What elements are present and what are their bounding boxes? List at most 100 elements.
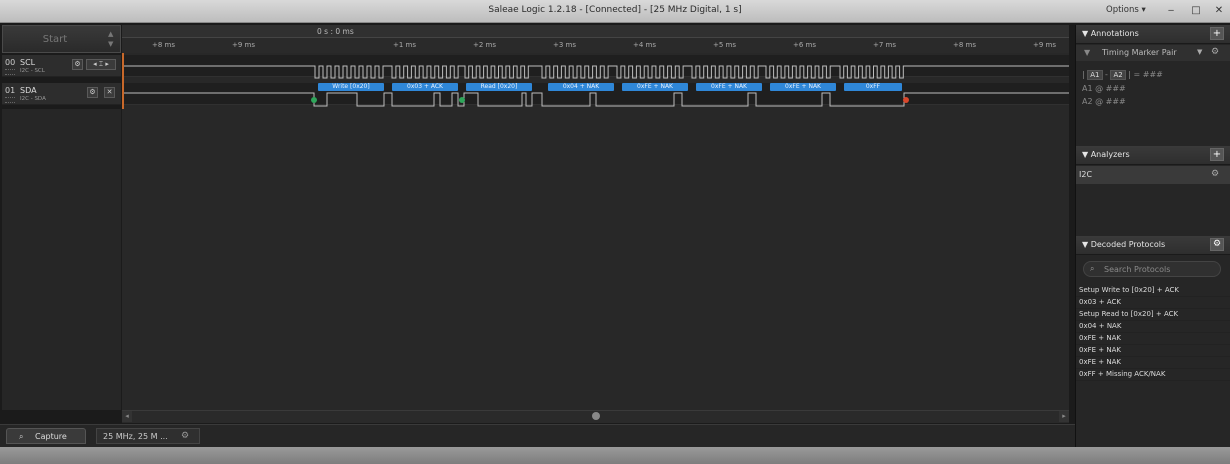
gear-icon[interactable]: ⚙ — [72, 59, 83, 70]
gear-icon[interactable]: ⚙ — [87, 87, 98, 98]
sda-waveform — [122, 92, 1069, 107]
stop-condition-dot — [903, 97, 909, 103]
horizontal-scrollbar[interactable]: ◂ ▸ — [122, 410, 1069, 423]
scroll-right-icon[interactable]: ▸ — [1059, 411, 1069, 422]
add-analyzer-plus-icon[interactable]: + — [1210, 148, 1224, 161]
ruler-top-band: 0 s : 0 ms — [122, 25, 1069, 38]
list-item[interactable]: 0xFE + NAK — [1076, 357, 1230, 369]
search-icon: ⌕ — [1090, 264, 1095, 273]
marker-delta-formula: | A1 - A2 | = ### — [1082, 70, 1163, 80]
maximize-button[interactable]: □ — [1185, 3, 1207, 18]
channel-number: 00 — [5, 58, 16, 67]
search-protocols-input[interactable]: ⌕ Search Protocols — [1083, 261, 1221, 277]
tick-label: +9 ms — [232, 41, 256, 49]
analyzers-title: ▼ Analyzers — [1082, 150, 1130, 159]
right-panel: ▼ Annotations + ▼ Timing Marker Pair ▼ ⚙… — [1075, 25, 1230, 447]
formula-minus: - — [1105, 70, 1108, 79]
list-item[interactable]: 0xFF + Missing ACK/NAK — [1076, 369, 1230, 381]
decoded-bubble[interactable]: 0xFE + NAK — [770, 83, 836, 91]
tick-label: +9 ms — [1033, 41, 1057, 49]
annotations-header[interactable]: ▼ Annotations + — [1076, 25, 1230, 44]
search-placeholder: Search Protocols — [1104, 265, 1171, 274]
capture-tab-label: Capture — [35, 432, 67, 441]
channel-name[interactable]: SCL — [20, 58, 35, 67]
channel-name[interactable]: SDA — [20, 86, 37, 95]
list-item[interactable]: 0xFE + NAK — [1076, 345, 1230, 357]
scroll-left-icon[interactable]: ◂ — [122, 411, 132, 422]
start-button[interactable]: Start ▲ ▼ — [2, 25, 121, 53]
tick-label: +1 ms — [393, 41, 417, 49]
timing-marker-pair-label: Timing Marker Pair — [1102, 48, 1177, 57]
analyzer-name: I2C — [1079, 170, 1093, 179]
a2-position: A2 @ ### — [1082, 97, 1126, 106]
channel-analyzer-label: I2C - SCL — [20, 68, 45, 74]
a1-box[interactable]: A1 — [1087, 70, 1103, 80]
options-menu-button[interactable]: Options ▾ — [1106, 5, 1146, 15]
channel-analyzer-label: I2C - SDA — [20, 96, 46, 102]
decoded-bubble[interactable]: 0xFE + NAK — [696, 83, 762, 91]
scl-waveform — [122, 65, 1069, 79]
channel-row-sda[interactable]: 01 SDA I2C - SDA ⚙ ✕ — [2, 83, 121, 105]
list-item[interactable]: 0x04 + NAK — [1076, 321, 1230, 333]
decoded-bubble[interactable]: 0x04 + NAK — [548, 83, 614, 91]
decoded-protocols-label: Decoded Protocols — [1090, 240, 1166, 249]
analyzers-header[interactable]: ▼ Analyzers + — [1076, 146, 1230, 165]
list-item[interactable]: Setup Read to [0x20] + ACK — [1076, 309, 1230, 321]
add-annotation-plus-icon[interactable]: + — [1210, 27, 1224, 40]
close-button[interactable]: ✕ — [1208, 3, 1230, 18]
title-bar: Saleae Logic 1.2.18 - [Connected] - [25 … — [0, 0, 1230, 23]
decoded-bubble[interactable]: Read [0x20] — [466, 83, 532, 91]
formula-prefix: | — [1082, 70, 1085, 79]
chevron-down-icon[interactable]: ▼ — [1197, 48, 1202, 56]
drag-handle-icon[interactable] — [5, 69, 15, 75]
timing-marker-pair[interactable]: ▼ Timing Marker Pair ▼ ⚙ — [1076, 45, 1230, 61]
window-title: Saleae Logic 1.2.18 - [Connected] - [25 … — [488, 5, 742, 15]
list-item[interactable]: 0x03 + ACK — [1076, 297, 1230, 309]
decoded-bubble[interactable]: 0x03 + ACK — [392, 83, 458, 91]
session-tab-label: 25 MHz, 25 M ... — [103, 432, 168, 441]
trigger-edge-icon[interactable]: ◂ ⌶ ▸ — [86, 59, 116, 70]
gear-icon[interactable]: ⚙ — [1210, 238, 1224, 251]
trigger-marker[interactable] — [122, 53, 124, 109]
analyzers-label: Analyzers — [1090, 150, 1130, 159]
tick-label: +2 ms — [473, 41, 497, 49]
minimize-button[interactable]: ‒ — [1160, 3, 1182, 18]
channel-row-scl[interactable]: 00 SCL I2C - SCL ⚙ ◂ ⌶ ▸ — [2, 55, 121, 77]
start-options-spinner[interactable]: ▲ ▼ — [108, 29, 118, 49]
zero-time-label: 0 s : 0 ms — [317, 27, 354, 36]
trigger-none-icon[interactable]: ✕ — [104, 87, 115, 98]
decoded-bubble[interactable]: 0xFF — [844, 83, 902, 91]
a1-position: A1 @ ### — [1082, 84, 1126, 93]
capture-icon: ⌕ — [19, 432, 24, 441]
decoded-protocols-header[interactable]: ▼ Decoded Protocols ⚙ — [1076, 236, 1230, 255]
pin-icon: ▼ — [1084, 48, 1091, 57]
annotations-label: Annotations — [1090, 29, 1139, 38]
annotations-title: ▼ Annotations — [1082, 29, 1139, 38]
channel-panel-background — [2, 109, 121, 410]
scroll-thumb[interactable] — [592, 412, 600, 420]
start-condition-dot — [311, 97, 317, 103]
session-tab-bar: ⌕ Capture 25 MHz, 25 M ... ⚙ — [0, 424, 1075, 447]
tick-label: +7 ms — [873, 41, 897, 49]
gear-icon[interactable]: ⚙ — [1211, 47, 1219, 57]
time-ruler[interactable]: 0 s : 0 ms +8 ms +9 ms +1 ms +2 ms +3 ms… — [122, 25, 1069, 54]
capture-tab[interactable]: ⌕ Capture — [6, 428, 86, 444]
tick-label: +4 ms — [633, 41, 657, 49]
tick-label: +6 ms — [793, 41, 817, 49]
gear-icon[interactable]: ⚙ — [1211, 169, 1219, 179]
a2-box[interactable]: A2 — [1110, 70, 1126, 80]
channel-number: 01 — [5, 86, 16, 95]
tick-label: +3 ms — [553, 41, 577, 49]
gear-icon[interactable]: ⚙ — [181, 431, 189, 441]
drag-handle-icon[interactable] — [5, 97, 15, 103]
tick-label: +8 ms — [953, 41, 977, 49]
decoded-bubble[interactable]: Write [0x20] — [318, 83, 384, 91]
list-item[interactable]: Setup Write to [0x20] + ACK — [1076, 285, 1230, 297]
start-condition-dot — [459, 97, 465, 103]
waveform-area[interactable] — [122, 53, 1069, 410]
analyzer-item-i2c[interactable]: I2C ⚙ — [1076, 166, 1230, 184]
session-tab[interactable]: 25 MHz, 25 M ... ⚙ — [96, 428, 200, 444]
decoded-bubble[interactable]: 0xFE + NAK — [622, 83, 688, 91]
list-item[interactable]: 0xFE + NAK — [1076, 333, 1230, 345]
formula-suffix: | = ### — [1128, 70, 1163, 79]
